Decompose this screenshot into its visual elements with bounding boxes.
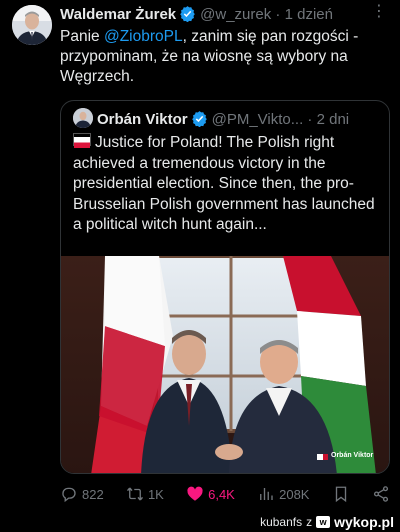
- author-name[interactable]: Waldemar Żurek: [60, 6, 176, 23]
- author-handle[interactable]: @w_zurek: [200, 6, 271, 23]
- views-button[interactable]: 208K: [257, 485, 309, 503]
- reply-count: 822: [82, 486, 104, 502]
- tweet-text-start: Panie: [60, 28, 104, 45]
- heart-icon: [187, 486, 203, 501]
- retweet-count: 1K: [147, 486, 164, 502]
- retweet-button[interactable]: 1K: [126, 485, 164, 503]
- quoted-tweet-header: Orbán Viktor @PM_Vikto... · 2 dni: [73, 108, 379, 128]
- tweet-text: Panie @ZiobroPL, zanim się pan rozgości …: [60, 27, 390, 87]
- retweet-icon: [126, 487, 143, 501]
- reply-icon: [62, 487, 76, 503]
- mention-link[interactable]: @ZiobroPL: [104, 28, 183, 45]
- quoted-author-handle[interactable]: @PM_Vikto...: [212, 111, 304, 128]
- author-avatar[interactable]: [12, 5, 52, 45]
- more-options-icon[interactable]: ⋮: [371, 1, 388, 21]
- quoted-separator-dot: ·: [307, 111, 313, 128]
- share-button[interactable]: [372, 485, 390, 503]
- quoted-tweet-photo[interactable]: Orbán Viktor: [61, 254, 389, 473]
- like-count: 6,4K: [208, 486, 235, 502]
- footer-brand[interactable]: wykop.pl: [334, 514, 394, 530]
- footer-z: z: [306, 515, 313, 529]
- quoted-author-avatar[interactable]: [73, 108, 93, 128]
- quoted-tweet-body: Justice for Poland! The Polish right ach…: [73, 134, 375, 233]
- like-button[interactable]: 6,4K: [186, 485, 235, 503]
- separator-dot: ·: [275, 6, 281, 23]
- source-footer: kubanfs z w wykop.pl: [0, 512, 400, 532]
- quoted-tweet[interactable]: Orbán Viktor @PM_Vikto... · 2 dni Justice…: [60, 100, 390, 474]
- photo-watermark: Orbán Viktor: [331, 452, 374, 459]
- footer-user[interactable]: kubanfs: [260, 515, 302, 529]
- bookmark-button[interactable]: [332, 485, 350, 503]
- views-icon: [260, 488, 273, 500]
- verified-badge-icon: [179, 5, 196, 26]
- tweet-header: Waldemar Żurek @w_zurek · 1 dzień ⋮: [60, 3, 388, 26]
- quoted-verified-badge-icon: [191, 110, 208, 131]
- reply-button[interactable]: 822: [60, 485, 104, 503]
- wykop-logo-icon: w: [316, 516, 331, 528]
- quoted-author-name[interactable]: Orbán Viktor: [97, 111, 188, 128]
- quoted-tweet-text: Justice for Poland! The Polish right ach…: [73, 133, 379, 236]
- poland-flag-icon: [73, 133, 91, 148]
- quoted-tweet-time[interactable]: 2 dni: [317, 111, 350, 128]
- share-icon: [373, 486, 389, 502]
- bookmark-icon: [335, 486, 346, 503]
- tweet-actions: 822 1K 6,4K 208K: [60, 484, 390, 504]
- views-count: 208K: [279, 486, 310, 502]
- tweet[interactable]: Waldemar Żurek @w_zurek · 1 dzień ⋮ Panie…: [0, 0, 400, 512]
- tweet-time[interactable]: 1 dzień: [285, 6, 333, 23]
